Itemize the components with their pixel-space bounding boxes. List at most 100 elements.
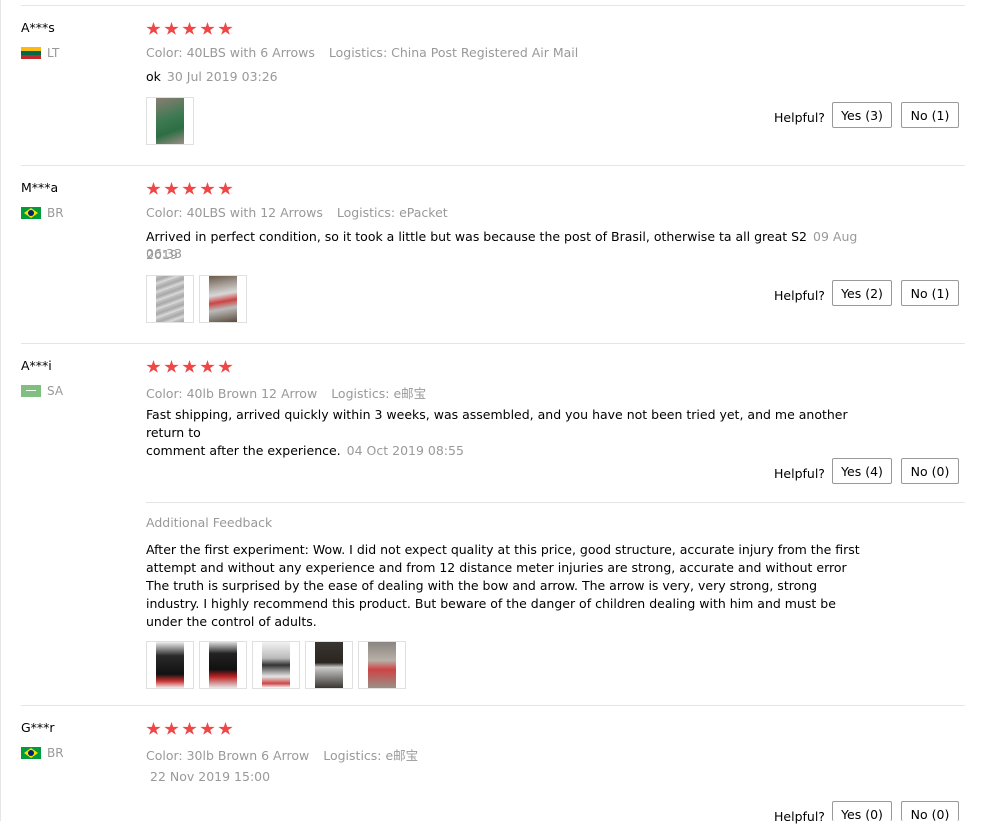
- feedback-line: The truth is surprised by the ease of de…: [146, 578, 818, 593]
- helpful-label: Helpful?: [774, 466, 825, 481]
- star-icon: [218, 182, 233, 195]
- saudi-arabia-flag-icon: [21, 385, 41, 397]
- review-time: 06:33: [146, 246, 183, 261]
- helpful-yes-button[interactable]: Yes (4): [832, 458, 892, 484]
- review-photo[interactable]: [199, 275, 247, 323]
- helpful-yes-button[interactable]: Yes (0): [832, 801, 892, 822]
- star-icon: [164, 22, 179, 35]
- star-rating: [146, 22, 233, 36]
- country-code: SA: [47, 384, 64, 398]
- helpful-label: Helpful?: [774, 288, 825, 303]
- star-icon: [146, 360, 161, 373]
- reviewer-name: A***i: [21, 358, 52, 373]
- review-text: Fast shipping, arrived quickly within 3 …: [146, 406, 886, 460]
- feedback-line: attempt and without any experience and f…: [146, 560, 847, 575]
- divider: [21, 5, 965, 6]
- review-photo[interactable]: [146, 97, 194, 145]
- feedback-line: After the first experiment: Wow. I did n…: [146, 542, 860, 557]
- divider: [21, 705, 965, 706]
- divider: [21, 343, 965, 344]
- order-logistics: Logistics: China Post Registered Air Mai…: [328, 45, 579, 60]
- brazil-flag-icon: [21, 207, 41, 219]
- order-color: Color: 40lb Brown 12 Arrow: [146, 386, 318, 401]
- star-icon: [200, 360, 215, 373]
- country-code: BR: [47, 206, 64, 220]
- additional-feedback-label: Additional Feedback: [146, 515, 273, 530]
- helpful-yes-button[interactable]: Yes (3): [832, 102, 892, 128]
- lithuania-flag-icon: [21, 47, 41, 59]
- star-rating: [146, 360, 233, 374]
- order-info: Color: 40LBS with 12 Arrows Logistics: eP…: [146, 205, 448, 220]
- country-code: BR: [47, 746, 64, 760]
- reviewer-name: A***s: [21, 20, 55, 35]
- helpful-no-button[interactable]: No (1): [901, 280, 959, 306]
- order-color: Color: 40LBS with 12 Arrows: [146, 205, 323, 220]
- order-logistics: Logistics: e邮宝: [331, 386, 427, 401]
- reviewer-name: M***a: [21, 180, 59, 195]
- star-icon: [200, 722, 215, 735]
- feedback-line: industry. I highly recommend this produc…: [146, 596, 836, 611]
- reviewer-country: LT: [21, 46, 59, 60]
- review-body: ok: [146, 69, 161, 84]
- order-color: Color: 40LBS with 6 Arrows: [146, 45, 315, 60]
- review-photos: [146, 97, 194, 145]
- star-icon: [164, 360, 179, 373]
- order-info: Color: 40LBS with 6 Arrows Logistics: Chi…: [146, 45, 578, 60]
- helpful-label: Helpful?: [774, 809, 825, 824]
- helpful-no-button[interactable]: No (0): [901, 801, 959, 822]
- star-rating: [146, 182, 233, 196]
- review-date: 22 Nov 2019 15:00: [150, 769, 271, 784]
- review-photo[interactable]: [305, 641, 353, 689]
- review-body: Arrived in perfect condition, so it took…: [146, 229, 808, 244]
- star-icon: [164, 722, 179, 735]
- star-icon: [164, 182, 179, 195]
- star-icon: [200, 182, 215, 195]
- star-icon: [182, 360, 197, 373]
- reviewer-country: BR: [21, 206, 64, 220]
- review-text: ok 30 Jul 2019 03:26: [146, 68, 278, 86]
- review-body-tail: comment after the experience.: [146, 443, 341, 458]
- order-logistics: Logistics: e邮宝: [323, 748, 419, 763]
- star-icon: [182, 182, 197, 195]
- star-icon: [146, 722, 161, 735]
- reviewer-country: SA: [21, 384, 63, 398]
- star-icon: [146, 22, 161, 35]
- star-icon: [182, 22, 197, 35]
- reviewer-name: G***r: [21, 720, 55, 735]
- page-border: [0, 0, 1, 821]
- helpful-label: Helpful?: [774, 110, 825, 125]
- helpful-no-button[interactable]: No (1): [901, 102, 959, 128]
- star-rating: [146, 722, 233, 736]
- review-body-line: comment after the experience. 04 Oct 2019…: [146, 442, 886, 460]
- order-color: Color: 30lb Brown 6 Arrow: [146, 748, 310, 763]
- review-photo[interactable]: [146, 275, 194, 323]
- order-info: Color: 40lb Brown 12 Arrow Logistics: e邮宝: [146, 383, 426, 402]
- star-icon: [182, 722, 197, 735]
- divider: [21, 165, 965, 166]
- star-icon: [200, 22, 215, 35]
- additional-feedback-divider: [146, 502, 965, 503]
- order-logistics: Logistics: ePacket: [336, 205, 448, 220]
- review-date: 30 Jul 2019 03:26: [166, 69, 278, 84]
- country-code: LT: [47, 46, 60, 60]
- additional-feedback-text: After the first experiment: Wow. I did n…: [146, 541, 886, 631]
- additional-photos: [146, 641, 406, 689]
- order-info: Color: 30lb Brown 6 Arrow Logistics: e邮宝: [146, 745, 418, 764]
- helpful-no-button[interactable]: No (0): [901, 458, 959, 484]
- review-photo[interactable]: [146, 641, 194, 689]
- star-icon: [218, 22, 233, 35]
- review-photo[interactable]: [358, 641, 406, 689]
- review-date: 04 Oct 2019 08:55: [346, 443, 464, 458]
- brazil-flag-icon: [21, 747, 41, 759]
- star-icon: [218, 722, 233, 735]
- reviewer-country: BR: [21, 746, 64, 760]
- review-photo[interactable]: [199, 641, 247, 689]
- star-icon: [218, 360, 233, 373]
- review-photo[interactable]: [252, 641, 300, 689]
- star-icon: [146, 182, 161, 195]
- helpful-yes-button[interactable]: Yes (2): [832, 280, 892, 306]
- review-body-line: Fast shipping, arrived quickly within 3 …: [146, 407, 848, 440]
- feedback-line: under the control of adults.: [146, 614, 317, 629]
- review-photos: [146, 275, 247, 323]
- review-text: Arrived in perfect condition, so it took…: [146, 228, 866, 264]
